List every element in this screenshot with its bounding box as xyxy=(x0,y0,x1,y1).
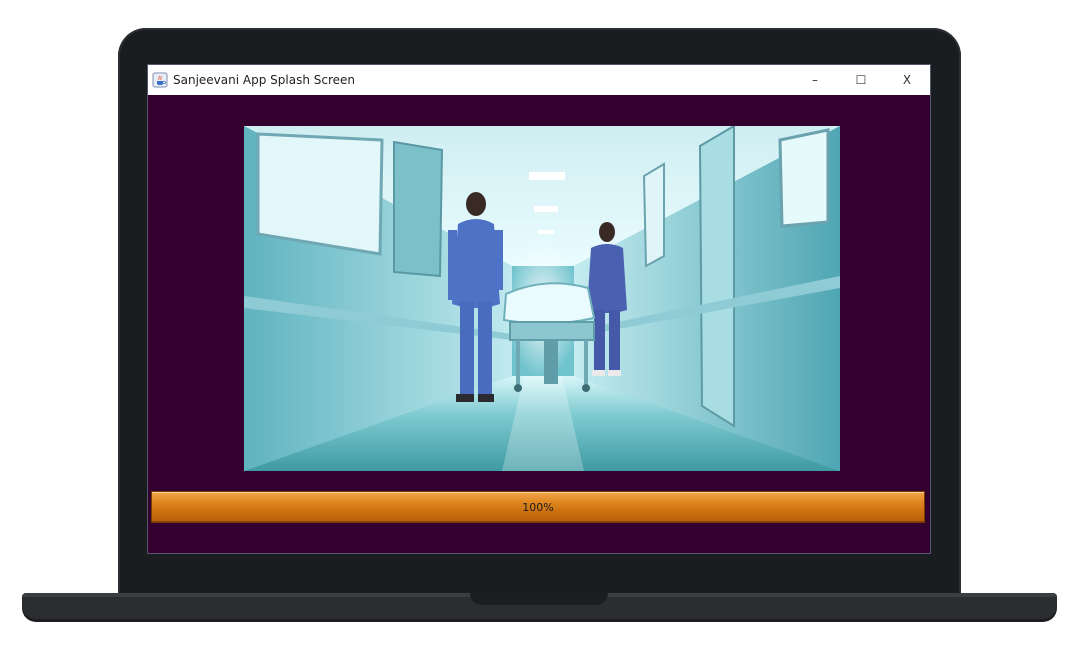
java-app-icon xyxy=(152,72,168,88)
window-title: Sanjeevani App Splash Screen xyxy=(173,73,355,87)
minimize-button[interactable]: – xyxy=(792,65,838,95)
window-controls: – ☐ X xyxy=(792,65,930,95)
title-bar[interactable]: Sanjeevani App Splash Screen – ☐ X xyxy=(148,65,930,95)
splash-content: 100% xyxy=(148,95,930,553)
laptop-notch xyxy=(470,593,608,605)
maximize-button[interactable]: ☐ xyxy=(838,65,884,95)
hospital-corridor-image xyxy=(244,126,840,471)
splash-window: Sanjeevani App Splash Screen – ☐ X 100% xyxy=(147,64,931,554)
close-button[interactable]: X xyxy=(884,65,930,95)
loading-progress-bar: 100% xyxy=(151,491,925,523)
stage: Sanjeevani App Splash Screen – ☐ X 100% xyxy=(0,0,1080,667)
progress-label: 100% xyxy=(522,500,554,514)
